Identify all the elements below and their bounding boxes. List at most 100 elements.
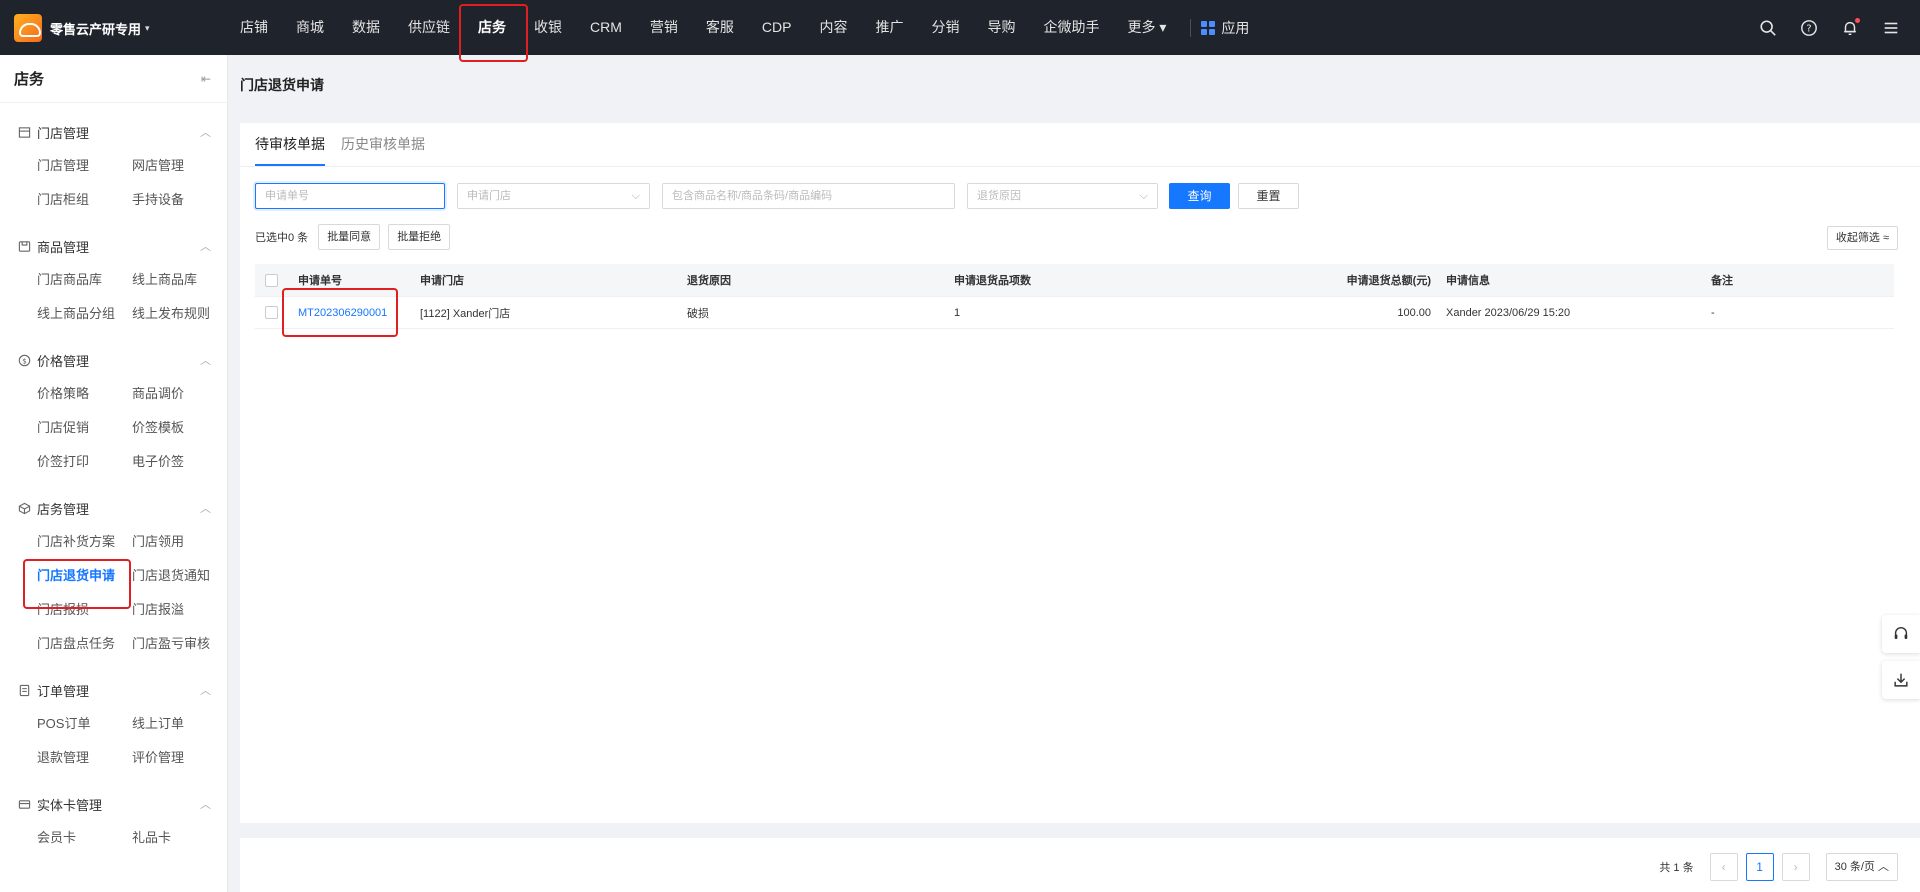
menu-icon[interactable] [1880,17,1902,39]
sidebar-item-store-promotion[interactable]: 门店促销 [37,411,132,445]
next-page-button[interactable]: › [1781,853,1810,881]
chevron-up-icon: ︿ [200,355,211,367]
nav-item-customer-service[interactable]: 客服 [692,0,748,55]
download-float-button[interactable] [1882,661,1920,699]
collapse-filter-button[interactable]: 收起筛选 ≈ [1826,226,1898,250]
goods-search-input[interactable]: 包含商品名称/商品条码/商品编码 [662,183,955,209]
nav-item-distribution[interactable]: 分销 [917,0,973,55]
bell-icon[interactable] [1839,17,1861,39]
sidebar-item-online-publish-rules[interactable]: 线上发布规则 [132,297,232,331]
column-header: 申请单号 [298,275,342,287]
nav-item-shop[interactable]: 店铺 [226,0,282,55]
sidebar-item-review-management[interactable]: 评价管理 [132,741,232,775]
sidebar-item-store-stocktake-task[interactable]: 门店盘点任务 [37,627,132,661]
tabs: 待审核单据 历史审核单据 [255,123,441,166]
nav-item-marketing[interactable]: 营销 [636,0,692,55]
sidebar-item-price-tag-print[interactable]: 价签打印 [37,445,132,479]
nav-item-store-ops[interactable]: 店务 [464,0,520,55]
nav-item-content[interactable]: 内容 [805,0,861,55]
column-header: 申请退货总额(元) [1346,275,1431,287]
sidebar-item-online-store-management[interactable]: 网店管理 [132,149,232,183]
shop-ops-icon [18,502,31,514]
chevron-up-icon: ︿ [200,685,211,697]
sidebar-item-store-goods-library[interactable]: 门店商品库 [37,263,132,297]
sidebar-item-store-requisition[interactable]: 门店领用 [132,525,232,559]
store-placeholder: 申请门店 [467,190,511,202]
table-row: MT202306290001 [1122] Xander门店 破损 1 100.… [255,297,1894,329]
search-icon[interactable] [1757,17,1779,39]
nav-item-promotion[interactable]: 推广 [861,0,917,55]
chevron-up-icon: ︿ [1878,861,1889,873]
sidebar-item-electronic-price-tag[interactable]: 电子价签 [132,445,232,479]
sidebar-group-header[interactable]: 店务管理 ︿ [0,491,227,525]
sidebar-group-header[interactable]: 订单管理 ︿ [0,673,227,707]
chevron-up-icon: ︿ [200,503,211,515]
customer-service-float-button[interactable] [1882,615,1920,653]
content-card: 待审核单据 历史审核单据 申请单号 申请门店 ⌵ 包含商品名称/商品条码/商品编… [240,123,1920,823]
nav-item-wecom-assistant[interactable]: 企微助手 [1029,0,1113,55]
sidebar-group-header[interactable]: $ 价格管理 ︿ [0,343,227,377]
sidebar-group-header[interactable]: 商品管理 ︿ [0,229,227,263]
brand-switcher[interactable]: 零售云产研专用 ▾ [14,14,150,42]
select-all-checkbox[interactable] [265,273,278,287]
nav-item-crm[interactable]: CRM [576,0,636,55]
sidebar-item-store-return-request[interactable]: 门店退货申请 [37,559,132,593]
tab-history-review[interactable]: 历史审核单据 [341,123,425,166]
sidebar-item-online-orders[interactable]: 线上订单 [132,707,232,741]
page-header: 门店退货申请 [240,55,1920,113]
sidebar-item-store-counter-group[interactable]: 门店柜组 [37,183,132,217]
sidebar-item-price-strategy[interactable]: 价格策略 [37,377,132,411]
nav-item-cashier[interactable]: 收银 [520,0,576,55]
nav-item-supply-chain[interactable]: 供应链 [394,0,464,55]
nav-item-cdp[interactable]: CDP [748,0,806,55]
store-select[interactable]: 申请门店 ⌵ [457,183,650,209]
nav-item-more[interactable]: 更多 ▾ [1113,0,1180,55]
order-no-link[interactable]: MT202306290001 [290,307,412,319]
goods-placeholder: 包含商品名称/商品条码/商品编码 [672,190,833,202]
order-icon [19,684,30,696]
chevron-down-icon: ⌵ [1139,190,1148,202]
sidebar-item-handheld-device[interactable]: 手持设备 [132,183,232,217]
sidebar-item-member-card[interactable]: 会员卡 [37,821,132,855]
reset-button[interactable]: 重置 [1238,183,1299,209]
sidebar-item-store-loss-report[interactable]: 门店报损 [37,593,132,627]
collapse-sidebar-icon[interactable]: ⇤ [201,72,211,86]
batch-agree-button[interactable]: 批量同意 [318,224,381,250]
sidebar-group-store: 门店管理 ︿ 门店管理 网店管理 门店柜组 手持设备 [0,115,227,217]
query-button[interactable]: 查询 [1169,183,1230,209]
sidebar-group-header[interactable]: 实体卡管理 ︿ [0,787,227,821]
nav-item-shopping-guide[interactable]: 导购 [973,0,1029,55]
apps-button[interactable]: 应用 [1201,18,1249,38]
sidebar-item-online-goods-library[interactable]: 线上商品库 [132,263,232,297]
page-number-button[interactable]: 1 [1745,853,1774,881]
sidebar-item-refund-management[interactable]: 退款管理 [37,741,132,775]
sidebar-group-header[interactable]: 门店管理 ︿ [0,115,227,149]
sidebar-item-gift-card[interactable]: 礼品卡 [132,821,232,855]
nav-item-mall[interactable]: 商城 [282,0,338,55]
sidebar-item-store-overflow-report[interactable]: 门店报溢 [132,593,232,627]
top-tools: ? [1738,0,1902,55]
page-size-label: 30 条/页 [1834,861,1875,873]
sidebar-item-store-management[interactable]: 门店管理 [37,149,132,183]
order-no-input[interactable]: 申请单号 [255,183,445,209]
sidebar-item-store-replenish-plan[interactable]: 门店补货方案 [37,525,132,559]
chevron-up-icon: ︿ [200,127,211,139]
item-count-cell: 1 [954,306,961,319]
sidebar-item-price-tag-template[interactable]: 价签模板 [132,411,232,445]
chevron-down-icon: ⌵ [631,190,640,202]
sidebar-item-store-return-notice[interactable]: 门店退货通知 [132,559,232,593]
prev-page-button[interactable]: ‹ [1709,853,1738,881]
tab-pending-review[interactable]: 待审核单据 [255,123,325,166]
sidebar-item-pos-orders[interactable]: POS订单 [37,707,132,741]
row-checkbox[interactable] [265,306,278,319]
nav-item-data[interactable]: 数据 [338,0,394,55]
batch-reject-button[interactable]: 批量拒绝 [388,224,451,250]
reason-select[interactable]: 退货原因 ⌵ [967,183,1158,209]
pagination-bar: 共 1 条 ‹ 1 › 30 条/页 ︿ [240,838,1920,892]
sidebar-group-store-ops: 店务管理 ︿ 门店补货方案 门店领用 门店退货申请 门店退货通知 门店报损 门店… [0,491,227,661]
page-size-select[interactable]: 30 条/页 ︿ [1825,853,1898,881]
sidebar-item-online-goods-group[interactable]: 线上商品分组 [37,297,132,331]
sidebar-item-store-profit-loss-review[interactable]: 门店盈亏审核 [132,627,232,661]
help-icon[interactable]: ? [1798,17,1820,39]
sidebar-item-goods-price-adjust[interactable]: 商品调价 [132,377,232,411]
